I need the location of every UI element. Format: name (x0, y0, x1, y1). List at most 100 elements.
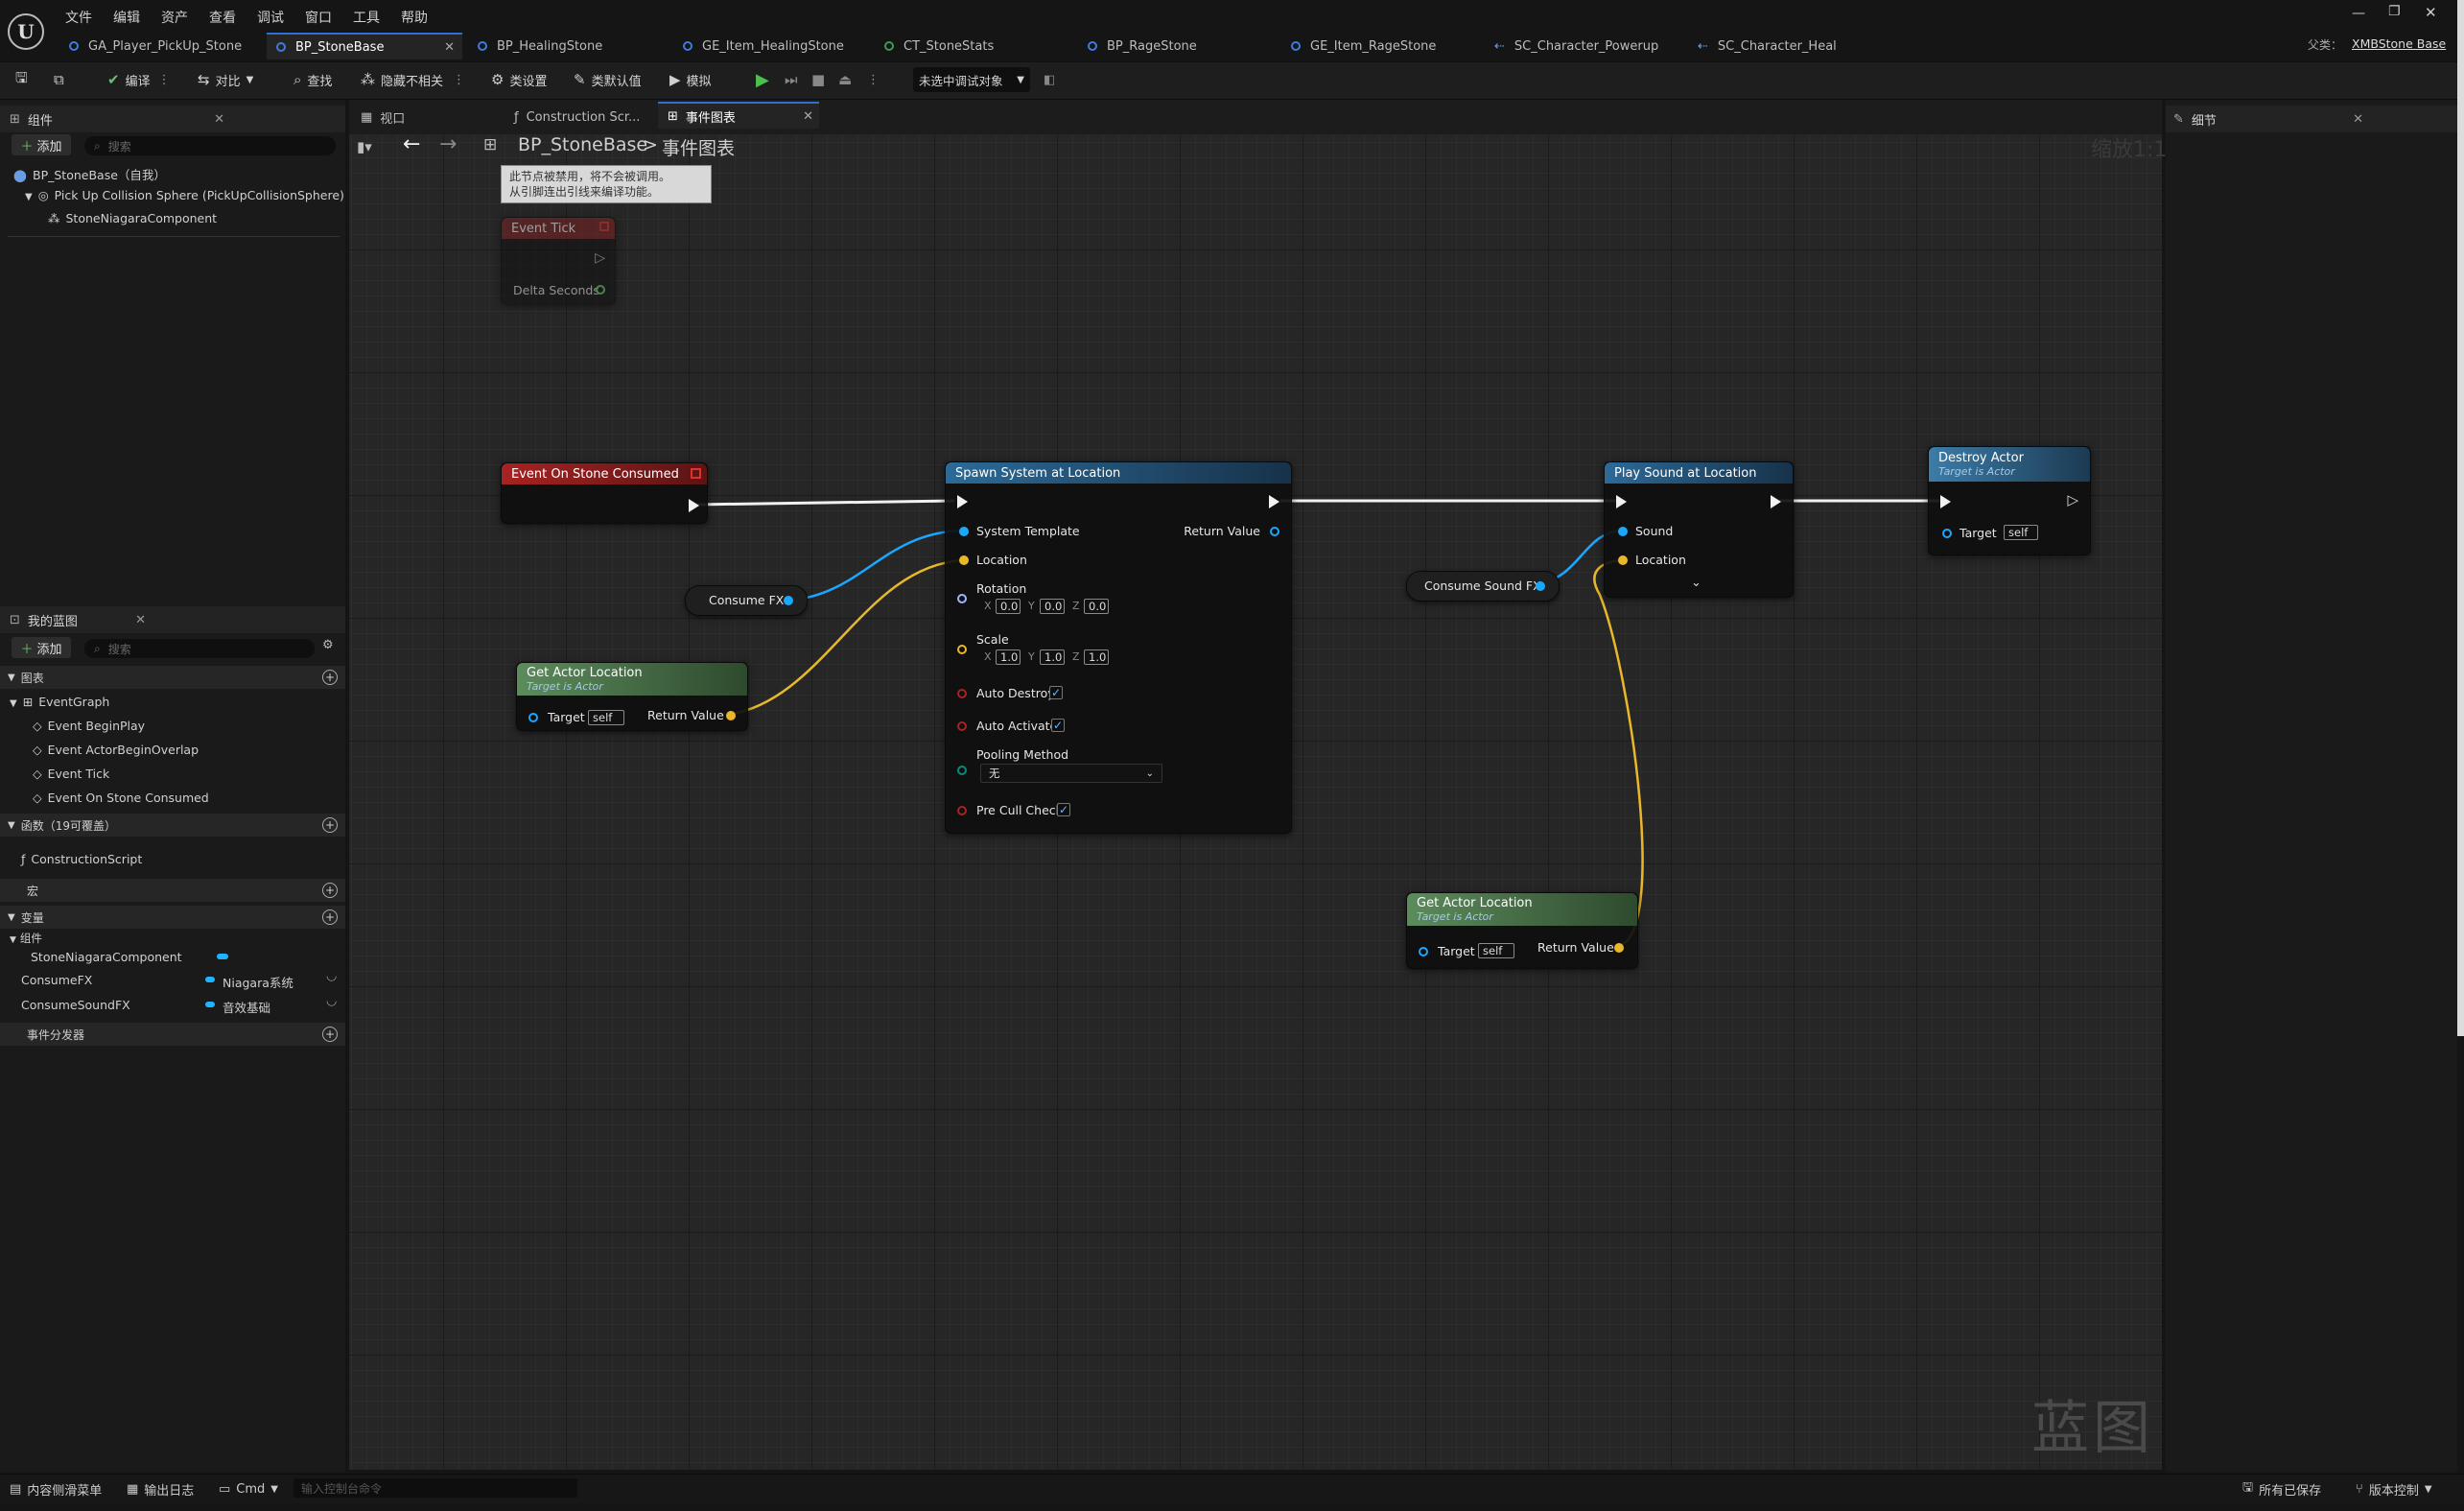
node-destroy-actor[interactable]: Destroy Actor Target is Actor ▷ Target s… (1928, 446, 2091, 555)
delegate-pin-icon[interactable] (691, 468, 701, 479)
tab-ge-item-ragestone[interactable]: GE_Item_RageStone (1291, 33, 1483, 59)
tab-ge-item-healingstone[interactable]: GE_Item_HealingStone (683, 33, 875, 59)
close-window-button[interactable]: ✕ (2425, 4, 2437, 21)
location-pin[interactable] (1618, 555, 1628, 565)
functions-section[interactable]: ▼ 函数（19可覆盖） + (0, 814, 345, 837)
variable-item-stoneniagaracomponent[interactable]: StoneNiagaraComponent (31, 950, 182, 964)
save-icon[interactable]: 🖫 (15, 67, 34, 92)
variable-item-consumesoundfx[interactable]: ConsumeSoundFX (21, 998, 130, 1012)
graphs-section[interactable]: ▼ 图表 + (0, 666, 345, 689)
exec-in-pin[interactable] (957, 495, 968, 508)
minimize-button[interactable]: — (2352, 6, 2365, 21)
components-category[interactable]: ▼ 组件 (10, 931, 42, 946)
target-in-pin[interactable] (1419, 947, 1428, 956)
pooling-method-pin[interactable] (957, 766, 967, 775)
stop-icon[interactable]: ■ (811, 67, 825, 92)
node-consume-fx-getter[interactable]: Consume FX (685, 585, 808, 616)
system-template-pin[interactable] (959, 527, 969, 536)
expand-chevron-icon[interactable]: ⌄ (1691, 576, 1701, 590)
object-out-pin[interactable] (1536, 581, 1545, 591)
tab-bp-stonebase[interactable]: BP_StoneBase ✕ (267, 33, 462, 59)
bookmark-icon[interactable]: ▮▾ (357, 138, 372, 155)
browse-icon[interactable]: ⧉ (54, 67, 70, 92)
auto-activate-checkbox[interactable]: ✓ (1051, 719, 1065, 732)
return-value-pin[interactable] (1270, 527, 1279, 536)
exec-out-pin[interactable] (689, 499, 699, 512)
close-icon[interactable]: ✕ (135, 613, 146, 627)
menu-help[interactable]: 帮助 (401, 8, 428, 27)
menu-tools[interactable]: 工具 (353, 8, 380, 27)
close-icon[interactable]: ✕ (444, 40, 455, 55)
add-macro-icon[interactable]: + (322, 883, 338, 898)
tab-construction-script[interactable]: ƒ Construction Scr... (508, 104, 668, 130)
hide-unrelated-button[interactable]: ⁂ 隐藏不相关 ⋮ (361, 67, 465, 92)
object-out-pin[interactable] (784, 596, 793, 605)
event-item-actorbeginoverlap[interactable]: ◇ Event ActorBeginOverlap (33, 743, 199, 757)
node-spawn-system-at-location[interactable]: Spawn System at Location System Template… (945, 461, 1292, 834)
find-button[interactable]: ⌕ 查找 (293, 67, 332, 92)
target-in-pin[interactable] (528, 713, 538, 722)
target-self-field[interactable]: self (1478, 943, 1514, 958)
node-play-sound-at-location[interactable]: Play Sound at Location Sound Location ⌄ (1604, 461, 1794, 598)
tab-event-graph[interactable]: ⊞ 事件图表 ✕ (658, 102, 819, 129)
scale-y-field[interactable]: 1.0 (1040, 649, 1065, 665)
rotation-z-field[interactable]: 0.0 (1084, 599, 1109, 614)
add-member-button[interactable]: ＋添加 (12, 637, 71, 658)
sound-pin[interactable] (1618, 527, 1628, 536)
delegate-pin-icon[interactable] (599, 222, 609, 231)
auto-destroy-pin[interactable] (957, 689, 967, 698)
exec-out-pin[interactable] (1269, 495, 1279, 508)
target-self-field[interactable]: self (588, 710, 624, 725)
node-get-actor-location-2[interactable]: Get Actor Location Target is Actor Targe… (1406, 892, 1638, 969)
compile-button[interactable]: ✔ 编译 ⋮ (107, 67, 171, 92)
output-log-button[interactable]: ▦ 输出日志 (127, 1479, 194, 1499)
diff-button[interactable]: ⇆ 对比 ▼ (198, 67, 253, 92)
console-command-input[interactable]: 输入控制台命令 (293, 1478, 577, 1498)
variables-section[interactable]: ▼ 变量 + (0, 906, 345, 929)
node-event-tick[interactable]: Event Tick ▷ Delta Seconds (501, 217, 616, 305)
content-drawer-button[interactable]: ▤ 内容侧滑菜单 (10, 1479, 102, 1499)
rotation-pin[interactable] (957, 594, 967, 603)
delta-seconds-pin[interactable] (596, 285, 605, 295)
debug-browse-icon[interactable]: ◧ (1044, 67, 1055, 92)
scale-z-field[interactable]: 1.0 (1084, 649, 1109, 665)
back-arrow-icon[interactable]: ← (403, 132, 420, 156)
rotation-y-field[interactable]: 0.0 (1040, 599, 1065, 614)
menu-assets[interactable]: 资产 (161, 8, 188, 27)
cmd-select[interactable]: ▭ Cmd ▼ (219, 1479, 278, 1499)
my-blueprint-search-input[interactable]: ⌕ 搜索 (84, 639, 315, 658)
return-value-pin[interactable] (726, 711, 736, 720)
rotation-x-field[interactable]: 0.0 (996, 599, 1021, 614)
exec-out-pin[interactable]: ▷ (2067, 491, 2078, 508)
class-defaults-button[interactable]: ✎ 类默认值 (574, 67, 642, 92)
close-icon[interactable]: ✕ (214, 112, 224, 127)
eye-icon[interactable]: ◡ (326, 969, 337, 983)
pre-cull-check-checkbox[interactable]: ✓ (1057, 803, 1070, 816)
scale-pin[interactable] (957, 645, 967, 654)
menu-window[interactable]: 窗口 (305, 8, 332, 27)
node-event-on-stone-consumed[interactable]: Event On Stone Consumed (501, 462, 708, 524)
class-settings-button[interactable]: ⚙ 类设置 (491, 67, 547, 92)
tab-sc-character-heal[interactable]: ⇠ SC_Character_Heal (1698, 33, 1889, 59)
exec-in-pin[interactable] (1940, 495, 1951, 508)
event-dispatchers-section[interactable]: 事件分发器 + (0, 1023, 345, 1046)
variable-item-consumefx[interactable]: ConsumeFX (21, 973, 92, 987)
add-function-icon[interactable]: + (322, 817, 338, 833)
exec-in-pin[interactable] (1616, 495, 1627, 508)
tab-sc-character-powerup[interactable]: ⇠ SC_Character_Powerup (1494, 33, 1698, 59)
scale-x-field[interactable]: 1.0 (996, 649, 1021, 665)
location-pin[interactable] (959, 555, 969, 565)
add-component-button[interactable]: ＋添加 (12, 134, 71, 155)
source-control-button[interactable]: ⑂ 版本控制 ▼ (2356, 1479, 2432, 1499)
maximize-button[interactable]: ❐ (2388, 4, 2401, 19)
gear-icon[interactable]: ⚙ (322, 638, 334, 652)
function-item-construction-script[interactable]: ƒ ConstructionScript (21, 852, 142, 866)
tab-ct-stonestats[interactable]: CT_StoneStats (884, 33, 1076, 59)
close-icon[interactable]: ✕ (803, 109, 813, 124)
add-variable-icon[interactable]: + (322, 909, 338, 925)
pre-cull-check-pin[interactable] (957, 806, 967, 815)
tab-ga-player-pickup-stone[interactable]: GA_Player_PickUp_Stone (69, 33, 261, 59)
all-saved-indicator[interactable]: 🖫 所有已保存 (2242, 1479, 2321, 1499)
step-icon[interactable]: ⏭ (785, 67, 798, 92)
auto-destroy-checkbox[interactable]: ✓ (1049, 686, 1063, 699)
